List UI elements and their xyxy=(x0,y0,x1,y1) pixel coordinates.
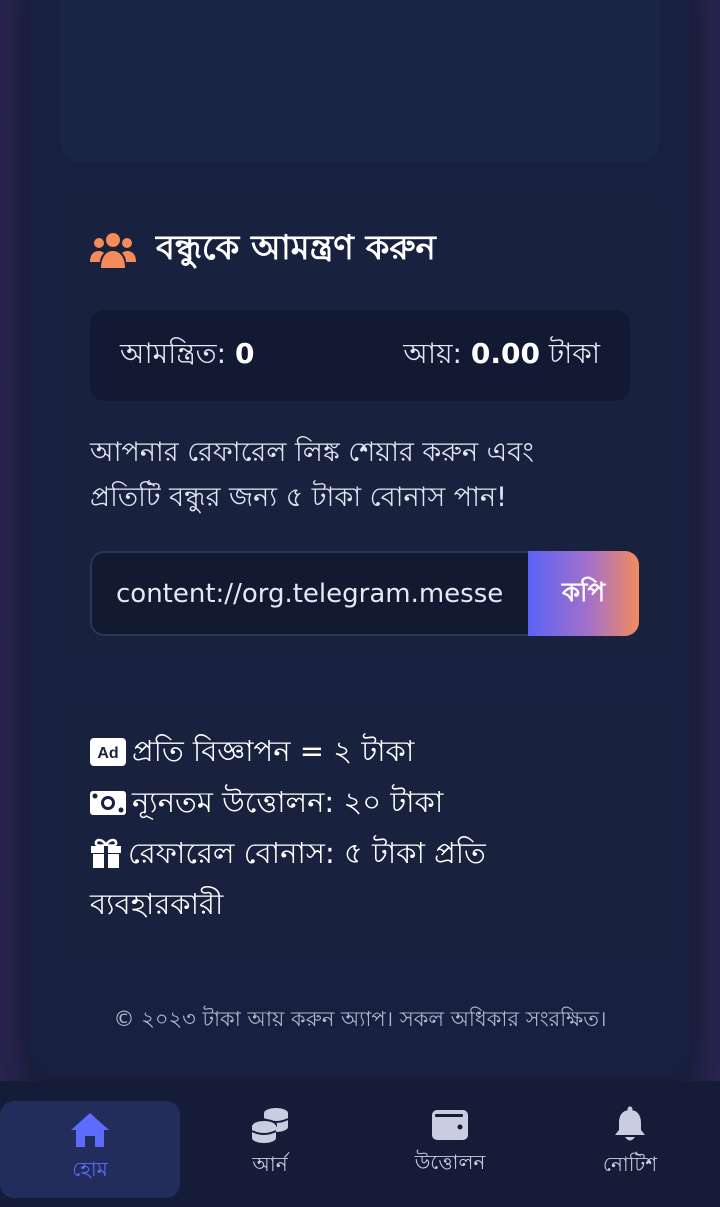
home-icon xyxy=(71,1113,109,1147)
info-item-text: রেফারেল বোনাস: ৫ টাকা প্রতি ব্যবহারকারী xyxy=(90,836,486,921)
nav-item-home[interactable]: হোম xyxy=(0,1101,180,1198)
bottom-nav: হোম আর্ন উত্তোলন নোটিশ xyxy=(0,1081,720,1207)
invite-title-text: বন্ধুকে আমন্ত্রণ করুন xyxy=(156,227,436,268)
nav-item-earn[interactable]: আর্ন xyxy=(180,1081,360,1207)
referral-description: আপনার রেফারেল লিঙ্ক শেয়ার করুন এবং প্রত… xyxy=(90,437,534,513)
invited-label: আমন্ত্রিত: xyxy=(120,337,227,370)
info-item-text: প্রতি বিজ্ঞাপন = ২ টাকা xyxy=(132,734,415,768)
users-icon xyxy=(90,233,136,268)
earning-currency: টাকা xyxy=(548,337,600,370)
invite-title: বন্ধুকে আমন্ত্রণ করুন xyxy=(90,228,436,272)
nav-item-withdraw[interactable]: উত্তোলন xyxy=(360,1081,540,1207)
earning-stat: আয়: 0.00 টাকা xyxy=(403,332,600,379)
info-item-text: ন্যূনতম উত্তোলন: ২০ টাকা xyxy=(132,785,444,819)
nav-label-withdraw: উত্তোলন xyxy=(414,1149,486,1174)
invited-stat: আমন্ত্রিত: 0 xyxy=(120,332,255,379)
bell-icon xyxy=(615,1106,645,1140)
invited-count: 0 xyxy=(235,337,255,370)
info-item-ad: Ad প্রতি বিজ্ঞাপন = ২ টাকা xyxy=(90,726,560,777)
copy-button[interactable]: কপি xyxy=(528,551,639,636)
info-item-referral-bonus: রেফারেল বোনাস: ৫ টাকা প্রতি ব্যবহারকারী xyxy=(90,828,560,930)
ad-icon: Ad xyxy=(90,738,126,766)
wallet-icon xyxy=(432,1109,468,1140)
referral-stats: আমন্ত্রিত: 0 আয়: 0.00 টাকা xyxy=(90,310,630,401)
gift-icon xyxy=(91,838,121,868)
info-item-min-withdraw: ন্যূনতম উত্তোলন: ২০ টাকা xyxy=(90,777,560,828)
referral-link-row: কপি xyxy=(90,551,639,636)
money-bill-icon xyxy=(90,791,126,815)
footer-copyright: © ২০২৩ টাকা আয় করুন অ্যাপ। সকল অধিকার স… xyxy=(113,1007,607,1031)
earning-amount: 0.00 xyxy=(470,337,540,370)
nav-label-earn: আর্ন xyxy=(252,1151,288,1176)
earning-info-list: Ad প্রতি বিজ্ঞাপন = ২ টাকা ন্যূনতম উত্তো… xyxy=(90,726,560,930)
referral-link-input[interactable] xyxy=(90,551,528,636)
svg-text:Ad: Ad xyxy=(97,745,118,762)
earning-label: আয়: xyxy=(403,337,462,370)
nav-label-home: হোম xyxy=(72,1157,108,1181)
nav-label-notice: নোটিশ xyxy=(602,1151,658,1176)
top-panel xyxy=(60,0,660,162)
coins-icon xyxy=(251,1107,289,1143)
nav-item-notice[interactable]: নোটিশ xyxy=(540,1081,720,1207)
